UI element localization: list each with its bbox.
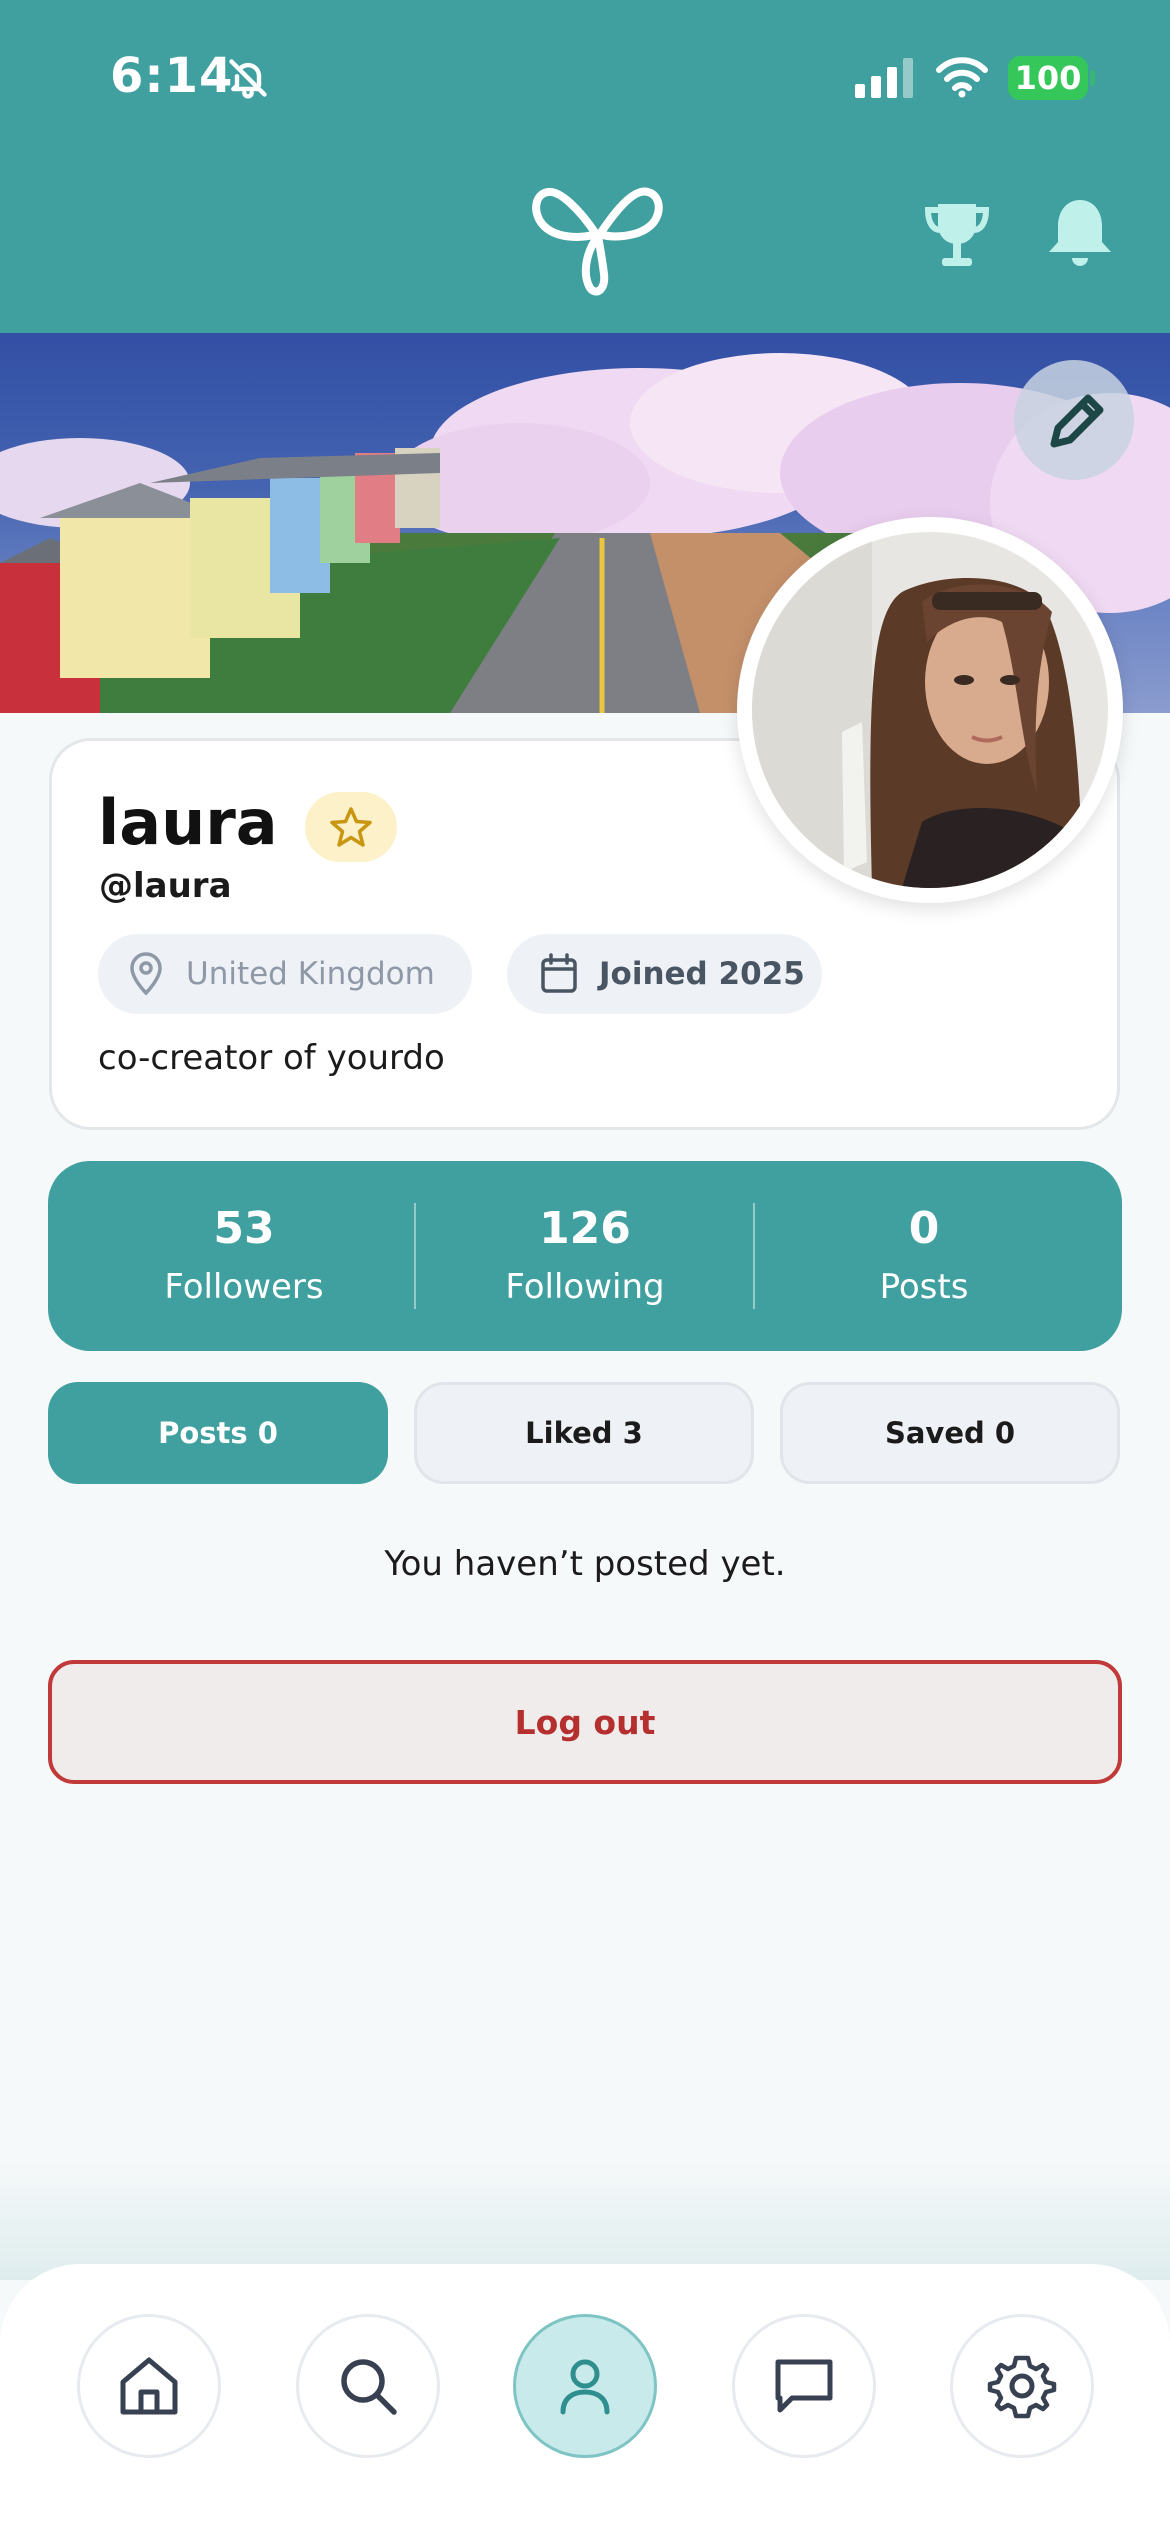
- nav-shadow: [0, 2160, 1170, 2280]
- calendar-icon: [541, 953, 577, 993]
- tab-posts[interactable]: Posts 0: [48, 1382, 388, 1484]
- signal-icon: [855, 58, 913, 98]
- nav-settings-button[interactable]: [950, 2314, 1094, 2458]
- location-chip: United Kingdom: [98, 934, 472, 1014]
- posts-stat[interactable]: 0 Posts: [754, 1161, 1094, 1351]
- avatar[interactable]: [752, 532, 1108, 888]
- wifi-icon: [936, 57, 988, 98]
- star-badge: [305, 792, 397, 862]
- pencil-icon: [1050, 394, 1104, 448]
- following-label: Following: [505, 1267, 665, 1307]
- profile-name: laura: [98, 786, 278, 859]
- avatar-photo: [752, 532, 1108, 888]
- joined-chip: Joined 2025: [507, 934, 822, 1014]
- followers-count: 53: [213, 1203, 275, 1254]
- tab-liked[interactable]: Liked 3: [414, 1382, 754, 1484]
- logout-button[interactable]: Log out: [48, 1660, 1122, 1784]
- battery-indicator: 100: [1008, 56, 1088, 100]
- app-logo-icon: [532, 187, 663, 296]
- profile-bio: co-creator of yourdo: [98, 1038, 445, 1078]
- settings-icon: [987, 2355, 1057, 2419]
- profile-icon: [560, 2359, 610, 2415]
- status-time: 6:14: [110, 48, 234, 104]
- joined-text: Joined 2025: [599, 956, 805, 992]
- nav-home-button[interactable]: [77, 2314, 221, 2458]
- profile-handle: @laura: [99, 866, 232, 906]
- chat-icon: [775, 2359, 833, 2413]
- battery-tip: [1090, 70, 1095, 86]
- tab-saved[interactable]: Saved 0: [780, 1382, 1120, 1484]
- posts-label: Posts: [879, 1267, 969, 1307]
- empty-posts-message: You haven’t posted yet.: [384, 1544, 786, 1584]
- following-stat[interactable]: 126 Following: [415, 1161, 755, 1351]
- nav-profile-button[interactable]: [513, 2314, 657, 2458]
- star-icon: [330, 807, 372, 847]
- nav-search-button[interactable]: [296, 2314, 440, 2458]
- trophy-icon[interactable]: [922, 200, 992, 272]
- map-pin-icon: [130, 952, 162, 996]
- notifications-bell-icon[interactable]: [1045, 196, 1115, 272]
- followers-label: Followers: [164, 1267, 324, 1307]
- following-count: 126: [539, 1203, 631, 1254]
- followers-stat[interactable]: 53 Followers: [74, 1161, 414, 1351]
- home-icon: [120, 2357, 178, 2415]
- bell-muted-icon: [229, 59, 267, 99]
- nav-messages-button[interactable]: [732, 2314, 876, 2458]
- edit-profile-button[interactable]: [1014, 360, 1134, 480]
- search-icon: [341, 2359, 397, 2415]
- posts-count: 0: [908, 1203, 940, 1254]
- location-text: United Kingdom: [186, 956, 435, 992]
